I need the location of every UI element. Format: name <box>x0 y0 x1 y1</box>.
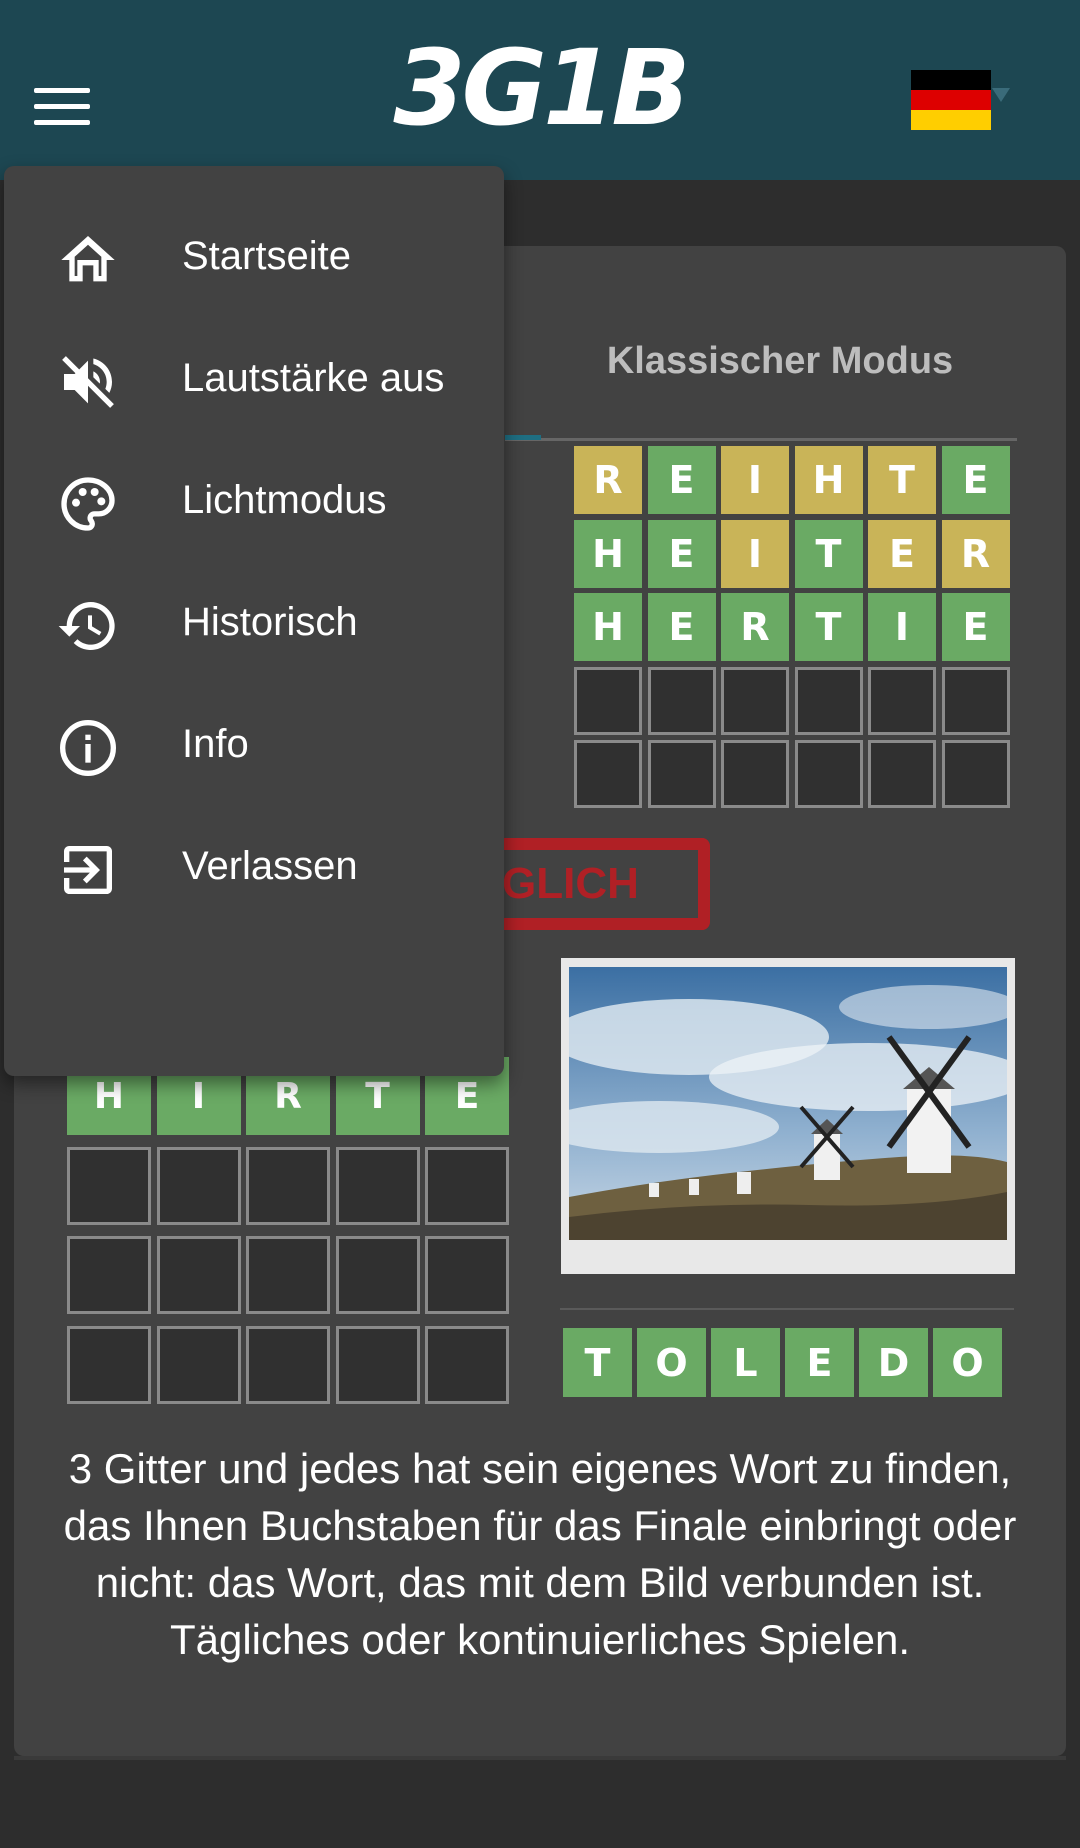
info-icon <box>56 716 120 780</box>
empty-letter-cell <box>246 1146 330 1225</box>
answer-letter-cell: O <box>637 1328 706 1397</box>
empty-letter-cell <box>156 1325 241 1404</box>
letter-cell: R <box>574 446 642 514</box>
empty-letter-cell <box>425 1236 509 1314</box>
chevron-down-icon[interactable] <box>992 88 1010 102</box>
empty-letter-cell <box>246 1236 330 1314</box>
navigation-drawer: Startseite Lautstärke aus Lichtmodus His… <box>4 166 504 1076</box>
letter-cell: R <box>721 593 789 661</box>
menu-item-label: Startseite <box>182 234 351 278</box>
empty-letter-cell <box>647 666 716 735</box>
answer-letter-cell: D <box>859 1328 928 1397</box>
empty-letter-cell <box>156 1146 241 1225</box>
letter-cell: E <box>647 446 716 514</box>
tab-indicator <box>505 435 541 440</box>
germany-flag-icon[interactable] <box>911 70 991 130</box>
letter-cell: E <box>941 446 1010 514</box>
menu-item-label: Verlassen <box>182 844 358 888</box>
empty-letter-cell <box>335 1146 420 1225</box>
card-bottom-edge <box>14 1756 1066 1760</box>
tab-divider <box>505 438 1017 441</box>
empty-letter-cell <box>647 740 716 808</box>
letter-cell: T <box>794 519 863 588</box>
empty-letter-cell <box>335 1236 420 1314</box>
stamp-label: GLICH <box>492 838 710 930</box>
answer-letter-cell: E <box>785 1328 854 1397</box>
menu-item-verlassen[interactable]: Verlassen <box>4 798 504 942</box>
answer-letter-cell: O <box>933 1328 1002 1397</box>
empty-letter-cell <box>941 740 1010 808</box>
letter-cell: E <box>941 593 1010 661</box>
letter-cell: E <box>647 519 716 588</box>
empty-letter-cell <box>794 666 863 735</box>
empty-letter-cell <box>721 666 789 735</box>
tab-classic-mode[interactable]: Klassischer Modus <box>530 340 1030 383</box>
empty-letter-cell <box>868 666 936 735</box>
game-description: 3 Gitter und jedes hat sein eigenes Wort… <box>63 1445 1017 1663</box>
menu-item-label: Lautstärke aus <box>182 356 445 400</box>
empty-letter-cell <box>246 1325 330 1404</box>
history-icon <box>56 594 120 658</box>
letter-cell: E <box>647 593 716 661</box>
letter-cell: I <box>721 519 789 588</box>
app-header: 3G1B <box>0 0 1080 180</box>
empty-letter-cell <box>67 1325 151 1404</box>
empty-letter-cell <box>574 666 642 735</box>
answer-divider <box>560 1308 1014 1310</box>
exit-icon <box>56 838 120 902</box>
empty-letter-cell <box>67 1236 151 1314</box>
empty-letter-cell <box>574 740 642 808</box>
empty-letter-cell <box>425 1325 509 1404</box>
letter-cell: E <box>868 519 936 588</box>
empty-letter-cell <box>67 1146 151 1225</box>
empty-letter-cell <box>721 740 789 808</box>
letter-cell: T <box>868 446 936 514</box>
menu-item-label: Historisch <box>182 600 358 644</box>
answer-letter-cell: T <box>563 1328 632 1397</box>
empty-letter-cell <box>156 1236 241 1314</box>
answer-letter-cell: L <box>711 1328 780 1397</box>
hamburger-menu-icon[interactable] <box>34 86 92 128</box>
home-icon <box>56 228 120 292</box>
empty-letter-cell <box>425 1146 509 1225</box>
empty-letter-cell <box>335 1325 420 1404</box>
palette-icon <box>56 472 120 536</box>
volume-off-icon <box>56 350 120 414</box>
windmills-photo <box>569 967 1007 1240</box>
letter-cell: H <box>574 593 642 661</box>
empty-letter-cell <box>868 740 936 808</box>
empty-letter-cell <box>794 740 863 808</box>
menu-item-label: Lichtmodus <box>182 478 387 522</box>
letter-cell: T <box>794 593 863 661</box>
empty-letter-cell <box>941 666 1010 735</box>
letter-cell: R <box>941 519 1010 588</box>
menu-item-label: Info <box>182 722 249 766</box>
letter-cell: H <box>574 519 642 588</box>
letter-cell: I <box>721 446 789 514</box>
app-logo[interactable]: 3G1B <box>380 28 700 148</box>
letter-cell: H <box>794 446 863 514</box>
letter-cell: I <box>868 593 936 661</box>
